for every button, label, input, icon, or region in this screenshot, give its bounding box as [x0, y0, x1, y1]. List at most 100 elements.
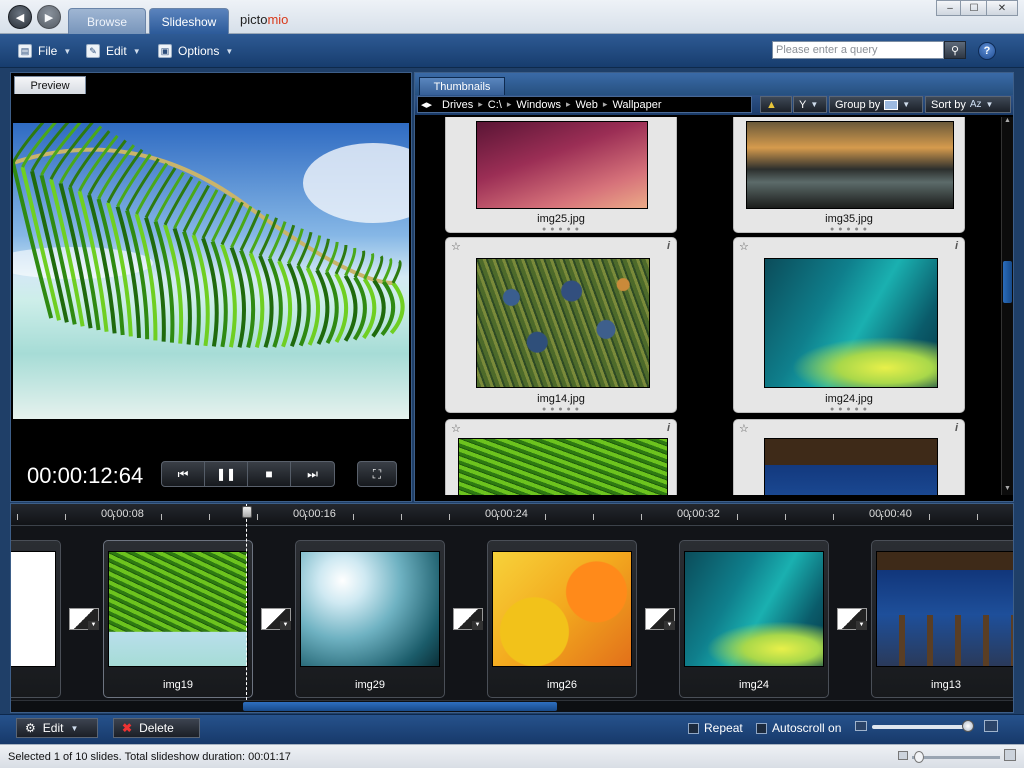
menu-options[interactable]: ▣ Options ▼ [158, 42, 233, 60]
repeat-checkbox[interactable]: Repeat [688, 720, 743, 736]
slide-item[interactable]: img13 [871, 540, 1013, 698]
thumbnail-card[interactable]: ☆ i img24.jpg ● ● ● ● ● [733, 237, 965, 413]
tab-preview[interactable]: Preview [14, 76, 86, 94]
repeat-label: Repeat [704, 721, 743, 735]
breadcrumb-item[interactable]: Wallpaper [609, 99, 664, 111]
edit-slide-button[interactable]: ⚙ Edit ▼ [16, 718, 98, 738]
skip-back-button[interactable]: ⏮ [162, 462, 205, 486]
rating-dots[interactable]: ● ● ● ● ● [446, 406, 676, 413]
info-icon[interactable]: i [667, 240, 670, 252]
stop-button[interactable]: ■ [248, 462, 291, 486]
scrollbar-thumb[interactable] [243, 702, 557, 711]
playhead[interactable] [242, 504, 252, 700]
tab-browse[interactable]: Browse [68, 8, 146, 34]
thumbnail-image [746, 121, 954, 209]
thumbnail-size-handle[interactable] [914, 751, 924, 763]
scrollbar-thumb[interactable] [1003, 261, 1012, 303]
breadcrumb-item[interactable]: Drives [439, 99, 476, 111]
slide-item[interactable]: img19 [103, 540, 253, 698]
tab-slideshow[interactable]: Slideshow [149, 8, 229, 34]
star-icon[interactable]: ☆ [451, 422, 461, 435]
group-by-button[interactable]: Group by ▼ [829, 96, 923, 113]
search-input[interactable]: Please enter a query [772, 41, 944, 59]
transition-button[interactable]: ▼ [453, 608, 483, 630]
info-icon[interactable]: i [667, 422, 670, 434]
zoom-in-icon[interactable] [984, 720, 998, 732]
breadcrumb-item[interactable]: Windows [513, 99, 564, 111]
checkbox-box[interactable] [688, 722, 699, 734]
thumbnail-name: img14.jpg [537, 393, 585, 405]
zoom-slider-handle[interactable] [962, 720, 974, 732]
thumbnail-size-slider[interactable] [912, 756, 1000, 759]
delete-icon: ✖ [122, 721, 133, 735]
help-button[interactable]: ? [978, 42, 996, 60]
chevron-down-icon: ▼ [810, 100, 819, 109]
search-button[interactable]: ⚲ [944, 41, 966, 59]
transition-button[interactable]: ▼ [837, 608, 867, 630]
pause-button[interactable]: ❚❚ [205, 462, 248, 486]
forward-button[interactable]: ▶ [37, 5, 61, 29]
transition-button[interactable]: ▼ [645, 608, 675, 630]
star-icon[interactable]: ☆ [451, 240, 461, 253]
slide-label: img19 [163, 679, 193, 691]
zoom-slider[interactable] [872, 725, 972, 729]
checkbox-box[interactable] [756, 722, 767, 734]
bottom-toolbar: ⚙ Edit ▼ ✖ Delete Repeat Autoscroll on [0, 714, 1024, 744]
scroll-down-icon[interactable]: ▼ [1002, 485, 1013, 495]
thumbnail-card[interactable]: ☆ i [445, 419, 677, 495]
transition-button[interactable]: ▼ [261, 608, 291, 630]
rating-dots[interactable]: ● ● ● ● ● [734, 406, 964, 413]
transition-button[interactable]: ▼ [69, 608, 99, 630]
star-icon[interactable]: ☆ [739, 422, 749, 435]
maximize-button[interactable]: ☐ [960, 0, 988, 16]
sort-by-button[interactable]: Sort by Az ▼ [925, 96, 1011, 113]
menu-options-label: Options [178, 44, 220, 58]
skip-forward-icon: ⏭ [307, 466, 318, 481]
zoom-out-icon[interactable] [855, 721, 867, 731]
slide-item[interactable]: img29 [295, 540, 445, 698]
rating-dots[interactable]: ● ● ● ● ● [734, 226, 964, 233]
breadcrumb-item[interactable]: C:\ [485, 99, 505, 111]
thumbnail-image [476, 121, 648, 209]
vertical-scrollbar[interactable]: ▲ ▼ [1001, 117, 1013, 495]
large-thumbnail-icon[interactable] [1004, 749, 1016, 761]
info-icon[interactable]: i [955, 422, 958, 434]
menu-edit[interactable]: ✎ Edit ▼ [86, 42, 141, 60]
gear-icon: ⚙ [25, 721, 36, 735]
menu-file[interactable]: ▤ File ▼ [18, 42, 71, 60]
delete-label: Delete [139, 721, 174, 735]
thumbnail-image [764, 258, 938, 388]
autoscroll-checkbox[interactable]: Autoscroll on [756, 720, 841, 736]
add-folder-button[interactable]: ▲ [760, 96, 792, 113]
slide-item[interactable]: img24 [679, 540, 829, 698]
breadcrumb-item[interactable]: Web [573, 99, 601, 111]
stop-icon: ■ [265, 467, 273, 481]
thumbnail-card[interactable]: img35.jpg ● ● ● ● ● [733, 117, 965, 233]
breadcrumb-nav-icon[interactable]: ◂▸ [418, 98, 435, 111]
delete-slide-button[interactable]: ✖ Delete [113, 718, 200, 738]
slide-item[interactable]: img26 [487, 540, 637, 698]
close-button[interactable]: ✕ [986, 0, 1018, 16]
filter-button[interactable]: Y ▼ [793, 96, 827, 113]
skip-forward-button[interactable]: ⏭ [291, 462, 334, 486]
ruler-tick [593, 514, 594, 520]
scroll-up-icon[interactable]: ▲ [1002, 117, 1013, 127]
small-thumbnail-icon[interactable] [898, 751, 908, 760]
slide-item[interactable] [11, 540, 61, 698]
slide-image [300, 551, 440, 667]
sort-by-label: Sort by [931, 98, 966, 111]
playhead-handle[interactable] [242, 506, 252, 518]
tab-thumbnails[interactable]: Thumbnails [419, 77, 505, 95]
slide-image [876, 551, 1013, 667]
list-view-icon [884, 99, 899, 110]
fullscreen-button[interactable]: ⛶ [357, 461, 397, 487]
info-icon[interactable]: i [955, 240, 958, 252]
rating-dots[interactable]: ● ● ● ● ● [446, 226, 676, 233]
back-button[interactable]: ◀ [8, 5, 32, 29]
thumbnail-card[interactable]: ☆ i [733, 419, 965, 495]
star-icon[interactable]: ☆ [739, 240, 749, 253]
thumbnail-card[interactable]: img25.jpg ● ● ● ● ● [445, 117, 677, 233]
thumbnail-card[interactable]: ☆ i img14.jpg ● ● ● ● ● [445, 237, 677, 413]
horizontal-scrollbar[interactable] [11, 700, 1013, 712]
chevron-right-icon: ▸ [478, 99, 483, 109]
